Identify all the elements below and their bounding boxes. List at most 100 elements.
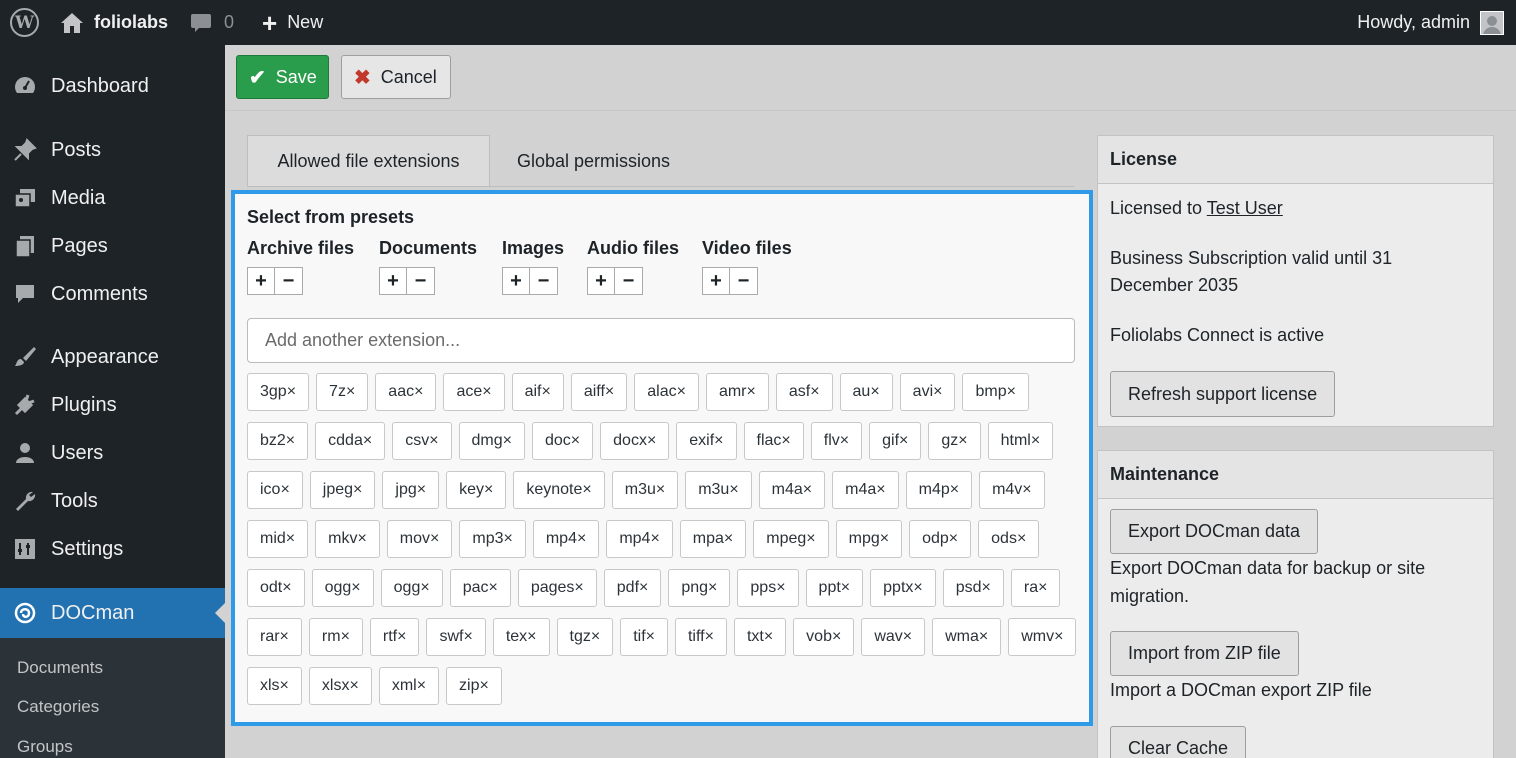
submenu-item-groups[interactable]: Groups	[17, 737, 73, 757]
extension-tag[interactable]: rtf×	[369, 618, 420, 656]
extension-tag[interactable]: bmp×	[962, 373, 1029, 411]
my-account-link[interactable]: Howdy, admin	[1357, 0, 1504, 45]
extension-tag[interactable]: jpeg×	[309, 471, 376, 509]
remove-preset-button[interactable]: −	[730, 267, 758, 295]
sidebar-item-plugins[interactable]: Plugins	[0, 381, 225, 429]
extension-tag[interactable]: dmg×	[458, 422, 525, 460]
sidebar-item-pages[interactable]: Pages	[0, 222, 225, 270]
extension-tag[interactable]: pdf×	[603, 569, 662, 607]
extension-tag[interactable]: html×	[987, 422, 1054, 460]
extension-tag[interactable]: wmv×	[1008, 618, 1077, 656]
extension-tag[interactable]: pac×	[449, 569, 511, 607]
extension-tag[interactable]: 7z×	[316, 373, 369, 411]
tab-allowed-file-extensions[interactable]: Allowed file extensions	[247, 135, 490, 187]
sidebar-item-users[interactable]: Users	[0, 429, 225, 477]
extension-tag[interactable]: aac×	[375, 373, 437, 411]
extension-tag[interactable]: bz2×	[247, 422, 309, 460]
extension-tag[interactable]: ra×	[1010, 569, 1061, 607]
site-home-link[interactable]: foliolabs	[60, 0, 168, 45]
extension-tag[interactable]: xls×	[247, 667, 302, 705]
extension-tag[interactable]: psd×	[942, 569, 1004, 607]
extension-tag[interactable]: xml×	[378, 667, 440, 705]
extension-tag[interactable]: mov×	[386, 520, 453, 558]
extension-tag[interactable]: mp4×	[606, 520, 673, 558]
extension-tag[interactable]: pages×	[517, 569, 597, 607]
licensed-user-link[interactable]: Test User	[1207, 198, 1283, 218]
sidebar-item-docman[interactable]: DOCman	[0, 588, 225, 638]
extension-tag[interactable]: 3gp×	[247, 373, 310, 411]
extension-tag[interactable]: ods×	[978, 520, 1040, 558]
sidebar-item-appearance[interactable]: Appearance	[0, 333, 225, 381]
extension-tag[interactable]: amr×	[705, 373, 769, 411]
extension-tag[interactable]: txt×	[733, 618, 787, 656]
export-data-button[interactable]: Export DOCman data	[1110, 509, 1319, 554]
extension-tag[interactable]: mpeg×	[753, 520, 829, 558]
remove-preset-button[interactable]: −	[615, 267, 643, 295]
extension-tag[interactable]: gz×	[928, 422, 981, 460]
add-preset-button[interactable]: +	[502, 267, 530, 295]
extension-tag[interactable]: pptx×	[870, 569, 936, 607]
sidebar-item-dashboard[interactable]: Dashboard	[0, 62, 225, 110]
wordpress-logo-icon[interactable]: W	[10, 8, 39, 37]
extension-tag[interactable]: tiff×	[674, 618, 727, 656]
extension-tag[interactable]: mpa×	[679, 520, 747, 558]
new-content-link[interactable]: + New	[262, 0, 323, 45]
extension-tag[interactable]: vob×	[793, 618, 855, 656]
sidebar-item-media[interactable]: Media	[0, 174, 225, 222]
extension-tag[interactable]: m4p×	[905, 471, 973, 509]
remove-preset-button[interactable]: −	[407, 267, 435, 295]
add-preset-button[interactable]: +	[702, 267, 730, 295]
extension-tag[interactable]: alac×	[634, 373, 699, 411]
refresh-license-button[interactable]: Refresh support license	[1110, 371, 1336, 417]
save-button[interactable]: ✔ Save	[236, 55, 329, 99]
extension-tag[interactable]: ico×	[247, 471, 303, 509]
sidebar-item-tools[interactable]: Tools	[0, 477, 225, 525]
extension-tag[interactable]: m3u×	[611, 471, 679, 509]
sidebar-item-settings[interactable]: Settings	[0, 525, 225, 573]
extension-tag[interactable]: m4a×	[758, 471, 826, 509]
extension-tag[interactable]: m3u×	[685, 471, 752, 509]
extension-tag[interactable]: ace×	[443, 373, 505, 411]
add-preset-button[interactable]: +	[587, 267, 615, 295]
extension-tag[interactable]: docx×	[600, 422, 670, 460]
extension-tag[interactable]: mid×	[247, 520, 309, 558]
extension-tag[interactable]: odt×	[247, 569, 305, 607]
extension-tag[interactable]: zip×	[446, 667, 502, 705]
sidebar-item-posts[interactable]: Posts	[0, 126, 225, 174]
extension-tag[interactable]: exif×	[676, 422, 737, 460]
sidebar-item-comments[interactable]: Comments	[0, 270, 225, 318]
cancel-button[interactable]: ✖ Cancel	[341, 55, 451, 99]
extension-tag[interactable]: tif×	[620, 618, 668, 656]
comments-link[interactable]: 0	[190, 0, 234, 45]
extension-tag[interactable]: swf×	[426, 618, 486, 656]
extension-tag[interactable]: odp×	[909, 520, 972, 558]
extension-tag[interactable]: aif×	[511, 373, 564, 411]
extension-tag[interactable]: wav×	[861, 618, 926, 656]
site-name[interactable]: foliolabs	[94, 12, 168, 33]
tab-global-permissions[interactable]: Global permissions	[517, 135, 670, 187]
extension-tag[interactable]: tex×	[492, 618, 550, 656]
extension-tag[interactable]: ppt×	[805, 569, 864, 607]
extension-tag[interactable]: m4a×	[832, 471, 899, 509]
extension-tag[interactable]: mpg×	[835, 520, 903, 558]
extension-tag[interactable]: jpg×	[382, 471, 440, 509]
add-preset-button[interactable]: +	[379, 267, 407, 295]
extension-tag[interactable]: flac×	[743, 422, 804, 460]
extension-tag[interactable]: rar×	[247, 618, 302, 656]
remove-preset-button[interactable]: −	[530, 267, 558, 295]
extension-tag[interactable]: ogg×	[311, 569, 374, 607]
extension-tag[interactable]: rm×	[308, 618, 363, 656]
extension-tag[interactable]: csv×	[392, 422, 452, 460]
extension-tag[interactable]: key×	[446, 471, 507, 509]
import-zip-button[interactable]: Import from ZIP file	[1110, 631, 1299, 676]
extension-tag[interactable]: png×	[668, 569, 731, 607]
extension-tag[interactable]: gif×	[869, 422, 922, 460]
extension-tag[interactable]: flv×	[810, 422, 863, 460]
extension-tag[interactable]: asf×	[775, 373, 833, 411]
extension-tag[interactable]: mkv×	[315, 520, 380, 558]
extension-tag[interactable]: xlsx×	[308, 667, 372, 705]
extension-tag[interactable]: mp3×	[459, 520, 526, 558]
extension-tag[interactable]: avi×	[899, 373, 956, 411]
clear-cache-button[interactable]: Clear Cache	[1110, 726, 1247, 758]
extension-tag[interactable]: pps×	[737, 569, 799, 607]
